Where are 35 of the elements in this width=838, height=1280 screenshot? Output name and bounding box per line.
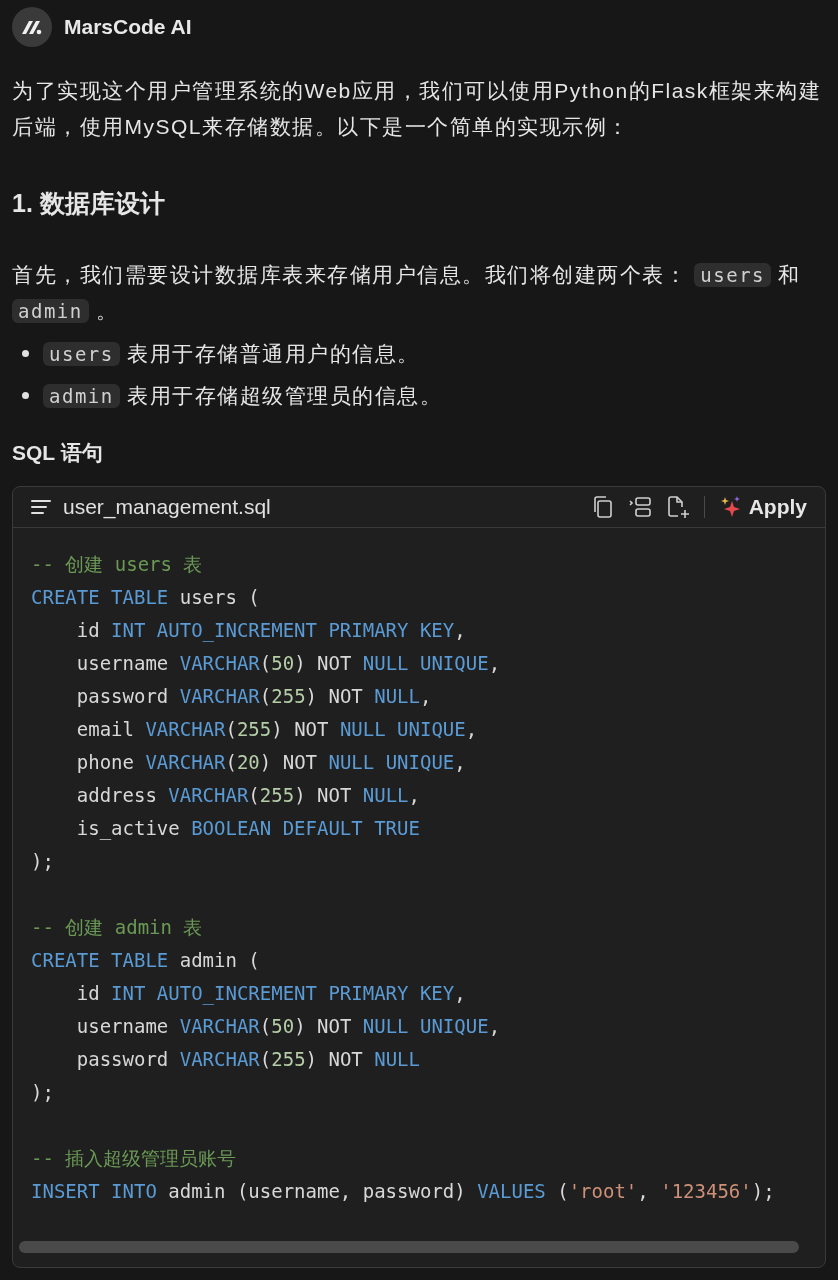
code-line: address VARCHAR(255) NOT NULL, <box>75 784 420 806</box>
code-line: username VARCHAR(50) NOT NULL UNIQUE, <box>75 652 501 674</box>
section-heading: 1. 数据库设计 <box>12 188 166 219</box>
code-line: -- 创建 admin 表 <box>31 916 203 938</box>
code-line: id INT AUTO_INCREMENT PRIMARY KEY, <box>75 982 466 1004</box>
code-line: CREATE TABLE admin ( <box>31 949 260 971</box>
code-line: ); <box>31 850 54 872</box>
code-line: CREATE TABLE users ( <box>31 586 260 608</box>
copy-icon[interactable] <box>591 495 614 519</box>
code-line: email VARCHAR(255) NOT NULL UNIQUE, <box>75 718 478 740</box>
paragraph: 首先，我们需要设计数据库表来存储用户信息。我们将创建两个表： users 和 admin 。 <box>12 261 802 325</box>
code-line: id INT AUTO_INCREMENT PRIMARY KEY, <box>75 619 466 641</box>
menu-icon <box>31 499 51 515</box>
code-line: password VARCHAR(255) NOT NULL <box>75 1048 420 1070</box>
code-line: -- 插入超级管理员账号 <box>31 1147 237 1169</box>
assistant-name: MarsCode AI <box>64 14 192 41</box>
apply-button[interactable]: Apply <box>718 491 807 523</box>
scrollbar[interactable] <box>19 1241 799 1253</box>
insert-icon[interactable] <box>627 495 652 519</box>
code-line: ); <box>31 1081 54 1103</box>
code-line: INSERT INTO admin (username, password) VALUES ('root', '123456'); <box>31 1180 775 1202</box>
code-line: -- 创建 users 表 <box>31 553 203 575</box>
list-item: admin 表用于存储超级管理员的信息。 <box>43 379 443 412</box>
code-line: phone VARCHAR(20) NOT NULL UNIQUE, <box>75 751 466 773</box>
list-item: users 表用于存储普通用户的信息。 <box>43 337 420 370</box>
bullet-icon <box>22 392 29 399</box>
logo-icon <box>12 7 52 47</box>
code-line: is_active BOOLEAN DEFAULT TRUE <box>75 817 420 839</box>
code-line: password VARCHAR(255) NOT NULL, <box>75 685 432 707</box>
file-name: user_management.sql <box>63 494 271 521</box>
intro-paragraph: 为了实现这个用户管理系统的Web应用，我们可以使用Python的Flask框架来构建后端，使用MySQL来存储数据。以下是一个简单的实现示例： <box>12 78 823 140</box>
bullet-icon <box>22 350 29 357</box>
new-file-icon[interactable] <box>665 495 690 519</box>
code-line: username VARCHAR(50) NOT NULL UNIQUE, <box>75 1015 501 1037</box>
subheading: SQL 语句 <box>12 439 104 466</box>
